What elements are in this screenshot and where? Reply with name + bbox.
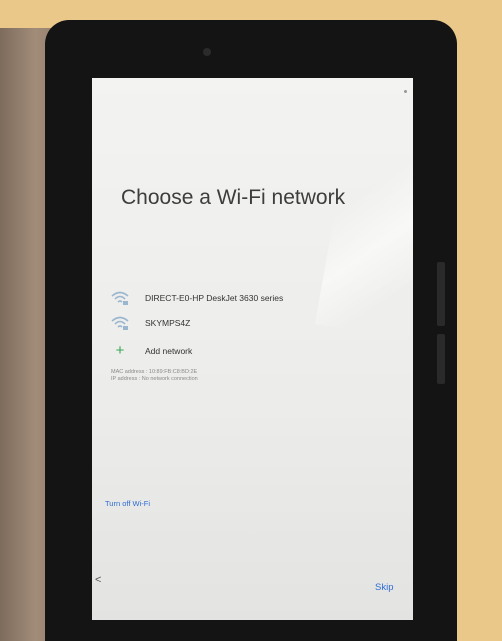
volume-button [437, 262, 445, 326]
setup-screen: Choose a Wi‑Fi network DIRECT-E0-HP Desk… [92, 78, 413, 620]
plus-icon: + [115, 342, 125, 359]
power-button [437, 334, 445, 384]
screen-glare [314, 107, 413, 349]
wifi-lock-icon [111, 316, 129, 330]
mac-address: MAC address : 10:89:FB:C8:BD:2E [111, 369, 198, 375]
wifi-lock-icon [111, 291, 129, 305]
skip-button[interactable]: Skip [375, 582, 393, 593]
network-info: MAC address : 10:89:FB:C8:BD:2E IP addre… [111, 369, 198, 383]
add-network-button[interactable]: + Add network [110, 340, 193, 362]
turn-off-wifi-button[interactable]: Turn off Wi-Fi [105, 499, 150, 508]
add-network-label: Add network [145, 346, 193, 356]
page-title: Choose a Wi‑Fi network [121, 186, 346, 209]
front-camera [203, 48, 211, 56]
network-item[interactable]: DIRECT-E0-HP DeskJet 3630 series [110, 287, 283, 309]
ip-address: IP address : No network connection [111, 376, 198, 382]
network-name: DIRECT-E0-HP DeskJet 3630 series [145, 293, 284, 303]
network-name: SKYMPS4Z [145, 318, 191, 328]
back-icon[interactable]: < [95, 574, 101, 586]
network-item[interactable]: SKYMPS4Z [110, 312, 190, 334]
status-indicator [404, 90, 407, 93]
